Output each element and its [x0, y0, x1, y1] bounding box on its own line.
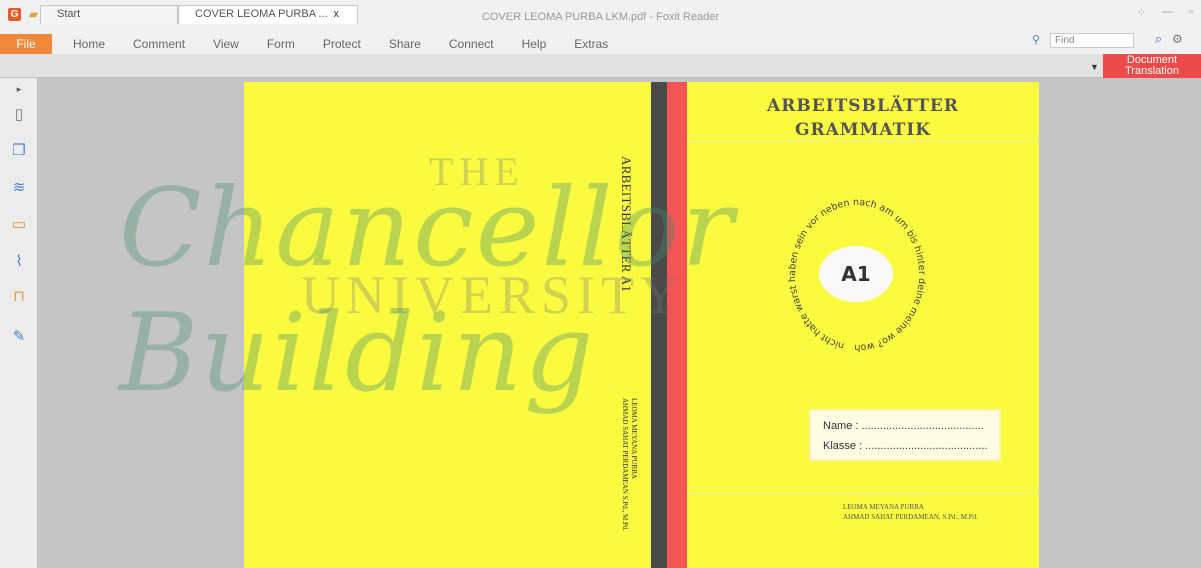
cover-divider	[687, 141, 1039, 142]
pages-icon[interactable]: ❐	[10, 142, 28, 160]
document-tab-bar	[0, 54, 1201, 78]
menu-home[interactable]: Home	[73, 37, 105, 51]
tab-document[interactable]: COVER LEOMA PURBA ... x	[178, 5, 358, 24]
file-menu-button[interactable]: File	[0, 34, 52, 54]
navigation-panel: ▸ ▯ ❐ ≋ ▭ ⌇ ⊓ ✎	[0, 78, 38, 568]
spine-dark-stripe	[651, 82, 667, 568]
search-icon[interactable]: ⌕	[1155, 31, 1162, 47]
spine-author-2: AHMAD SAHAT PERDAMEAN S.Pd., M.Pd.	[621, 398, 629, 532]
level-badge-text: A1	[841, 262, 871, 286]
maximize-icon[interactable]: ▫	[1189, 6, 1193, 19]
lock-icon[interactable]: ⊓	[10, 288, 28, 306]
chevron-down-icon[interactable]: ▼	[1090, 62, 1099, 72]
menu-extras[interactable]: Extras	[574, 37, 608, 51]
gear-icon[interactable]: ⚙	[1172, 32, 1183, 46]
attachment-icon[interactable]: ⌇	[10, 253, 28, 271]
menu-connect[interactable]: Connect	[449, 37, 494, 51]
minimize-icon[interactable]: —	[1162, 6, 1173, 19]
menu-help[interactable]: Help	[522, 37, 547, 51]
spine-authors: LEOMA MEYANA PURBA AHMAD SAHAT PERDAMEAN…	[620, 398, 638, 531]
spine-red-stripe	[667, 82, 687, 568]
layers-icon[interactable]: ≋	[10, 179, 28, 197]
author-block: LEOMA MEYANA PURBA AHMAD SAHAT PERDAMEAN…	[843, 502, 978, 522]
menu-view[interactable]: View	[213, 37, 239, 51]
window-controls: ⁘ — ▫	[1137, 6, 1193, 19]
page-thumbnails-icon[interactable]: ▯	[10, 106, 28, 124]
signature-icon[interactable]: ✎	[10, 328, 28, 346]
name-class-box: Name : .................................…	[809, 409, 1001, 461]
expand-panel-icon[interactable]: ▸	[10, 80, 28, 98]
spine-title: ARBEITSBLÄTTER A1	[619, 156, 634, 293]
spine-author-1: LEOMA MEYANA PURBA	[630, 398, 638, 479]
footer-divider	[687, 493, 1039, 494]
find-tool-icon[interactable]: ⚲	[1032, 33, 1040, 46]
tab-document-label: COVER LEOMA PURBA ...	[195, 8, 328, 20]
menu-form[interactable]: Form	[267, 37, 295, 51]
name-field-label: Name : .................................…	[823, 420, 984, 432]
tab-start[interactable]: Start	[40, 5, 178, 24]
menu-comment[interactable]: Comment	[133, 37, 185, 51]
menu-bar: File Home Comment View Form Protect Shar…	[0, 34, 1201, 54]
document-view[interactable]: ARBEITSBLÄTTER A1 LEOMA MEYANA PURBA AHM…	[39, 78, 1201, 568]
ribbon-tabs: Home Comment View Form Protect Share Con…	[73, 37, 636, 51]
cover-title: ARBEITSBLÄTTER GRAMMATIK	[687, 94, 1039, 142]
ribbon-layout-icon[interactable]: ⁘	[1137, 6, 1146, 19]
back-cover	[244, 82, 654, 568]
find-input[interactable]: Find	[1050, 33, 1134, 48]
menu-protect[interactable]: Protect	[323, 37, 361, 51]
cover-title-line1: ARBEITSBLÄTTER	[767, 96, 959, 116]
author-2: AHMAD SAHAT PERDAMEAN, S.Pd., M.Pd.	[843, 513, 978, 521]
document-translation-line2: Translation	[1124, 65, 1179, 77]
close-tab-icon[interactable]: x	[334, 6, 340, 23]
cover-title-line2: GRAMMATIK	[794, 120, 932, 140]
author-1: LEOMA MEYANA PURBA	[843, 503, 924, 511]
menu-share[interactable]: Share	[389, 37, 421, 51]
class-field-label: Klasse : ...............................…	[823, 440, 988, 452]
document-translation-button[interactable]: Document Translation	[1103, 54, 1201, 78]
comments-icon[interactable]: ▭	[10, 216, 28, 234]
tab-start-label: Start	[57, 8, 81, 20]
